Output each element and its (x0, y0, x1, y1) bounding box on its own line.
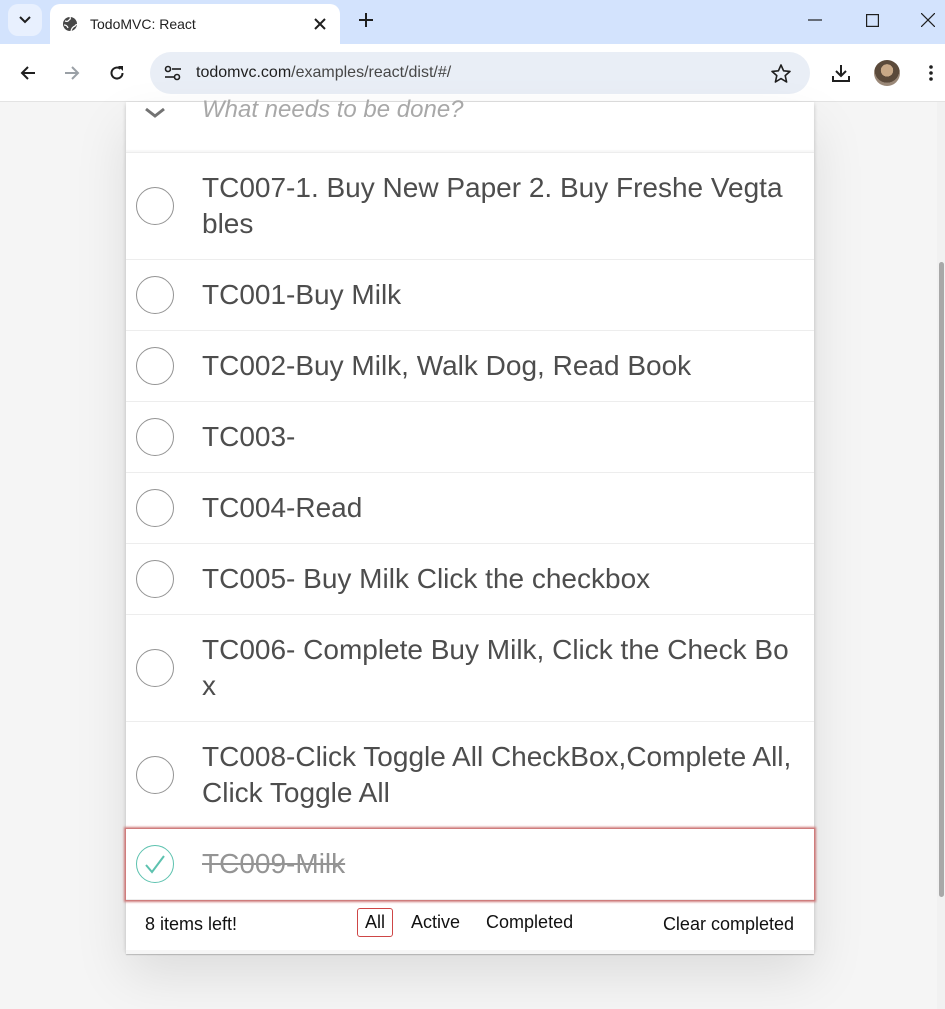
todo-toggle-checkbox[interactable] (136, 649, 174, 687)
forward-button[interactable] (56, 57, 88, 89)
chevron-down-icon (19, 16, 31, 24)
back-arrow-icon (20, 66, 35, 80)
globe-icon (63, 16, 78, 32)
minimize-button[interactable] (803, 8, 827, 32)
minimize-icon (808, 19, 822, 21)
todo-toggle-checkbox[interactable] (136, 187, 174, 225)
new-todo-input[interactable] (202, 96, 802, 124)
tab-strip: TodoMVC: React (0, 0, 945, 44)
todo-footer: 8 items left! All Active Completed Clear… (126, 900, 814, 950)
list-stack-shadow (126, 950, 814, 954)
todo-item[interactable]: TC001-Buy Milk (126, 260, 814, 331)
filter-completed[interactable]: Completed (478, 908, 581, 937)
todo-toggle-checkbox[interactable] (136, 276, 174, 314)
filter-all[interactable]: All (357, 908, 394, 937)
todo-list: TC007-1. Buy New Paper 2. Buy Freshe Veg… (125, 153, 815, 901)
download-icon (832, 65, 850, 82)
maximize-icon (865, 13, 879, 27)
clear-completed-button[interactable]: Clear completed (663, 914, 794, 935)
todo-item[interactable]: TC005- Buy Milk Click the checkbox (126, 544, 814, 615)
todo-item[interactable]: TC003- (126, 402, 814, 473)
page-scrollbar-thumb[interactable] (939, 262, 944, 897)
todo-label[interactable]: TC008-Click Toggle All CheckBox,Complete… (202, 722, 814, 828)
todo-app: TC007-1. Buy New Paper 2. Buy Freshe Veg… (125, 96, 815, 950)
todo-toggle-checkbox[interactable] (136, 489, 174, 527)
todo-label[interactable]: TC001-Buy Milk (202, 260, 814, 330)
profile-avatar[interactable] (874, 60, 900, 86)
todo-toggle-checkbox[interactable] (136, 347, 174, 385)
address-bar[interactable]: todomvc.com/examples/react/dist/#/ (150, 52, 810, 94)
chevron-down-icon (145, 107, 165, 118)
maximize-button[interactable] (860, 8, 884, 32)
todo-toggle-checkbox[interactable] (136, 756, 174, 794)
bookmark-star-icon[interactable] (766, 58, 796, 88)
url-host: todomvc.com (196, 64, 292, 81)
tab-title: TodoMVC: React (90, 16, 196, 32)
close-icon (921, 13, 935, 27)
todo-label[interactable]: TC002-Buy Milk, Walk Dog, Read Book (202, 331, 814, 401)
todo-header (126, 96, 814, 153)
forward-arrow-icon (65, 66, 80, 80)
todo-toggle-checkbox[interactable] (136, 845, 174, 883)
close-window-button[interactable] (916, 8, 940, 32)
more-vertical-icon (929, 65, 933, 81)
todo-item[interactable]: TC007-1. Buy New Paper 2. Buy Freshe Veg… (126, 153, 814, 260)
todo-item[interactable]: TC008-Click Toggle All CheckBox,Complete… (126, 722, 814, 829)
todo-toggle-checkbox[interactable] (136, 560, 174, 598)
filter-active[interactable]: Active (403, 908, 468, 937)
todo-label[interactable]: TC007-1. Buy New Paper 2. Buy Freshe Veg… (202, 153, 814, 259)
todo-label[interactable]: TC004-Read (202, 473, 814, 543)
reload-icon (110, 66, 124, 80)
filters: All Active Completed (352, 908, 586, 937)
tab-active[interactable]: TodoMVC: React (50, 4, 340, 44)
todo-label[interactable]: TC003- (202, 402, 814, 472)
new-tab-button[interactable] (352, 8, 380, 32)
menu-button[interactable] (915, 57, 945, 89)
todo-item[interactable]: TC002-Buy Milk, Walk Dog, Read Book (126, 331, 814, 402)
plus-icon (359, 13, 373, 27)
todo-item[interactable]: TC009-Milk (125, 828, 815, 901)
tab-search-button[interactable] (8, 4, 42, 36)
back-button[interactable] (12, 57, 44, 89)
todo-item[interactable]: TC004-Read (126, 473, 814, 544)
site-info-icon[interactable] (158, 58, 188, 88)
checkmark-icon (145, 855, 165, 874)
downloads-button[interactable] (825, 57, 857, 89)
close-tab-icon[interactable] (310, 14, 330, 34)
todo-label[interactable]: TC009-Milk (202, 829, 814, 899)
url-path: /examples/react/dist/#/ (291, 64, 452, 81)
items-left-count: 8 items left! (145, 914, 238, 934)
todo-item[interactable]: TC006- Complete Buy Milk, Click the Chec… (126, 615, 814, 722)
browser-toolbar: todomvc.com/examples/react/dist/#/ (0, 44, 945, 102)
toggle-all-button[interactable] (142, 104, 168, 122)
todo-label[interactable]: TC005- Buy Milk Click the checkbox (202, 544, 814, 614)
url-text: todomvc.com/examples/react/dist/#/ (196, 64, 766, 82)
todo-toggle-checkbox[interactable] (136, 418, 174, 456)
todo-label[interactable]: TC006- Complete Buy Milk, Click the Chec… (202, 615, 814, 721)
reload-button[interactable] (101, 57, 133, 89)
